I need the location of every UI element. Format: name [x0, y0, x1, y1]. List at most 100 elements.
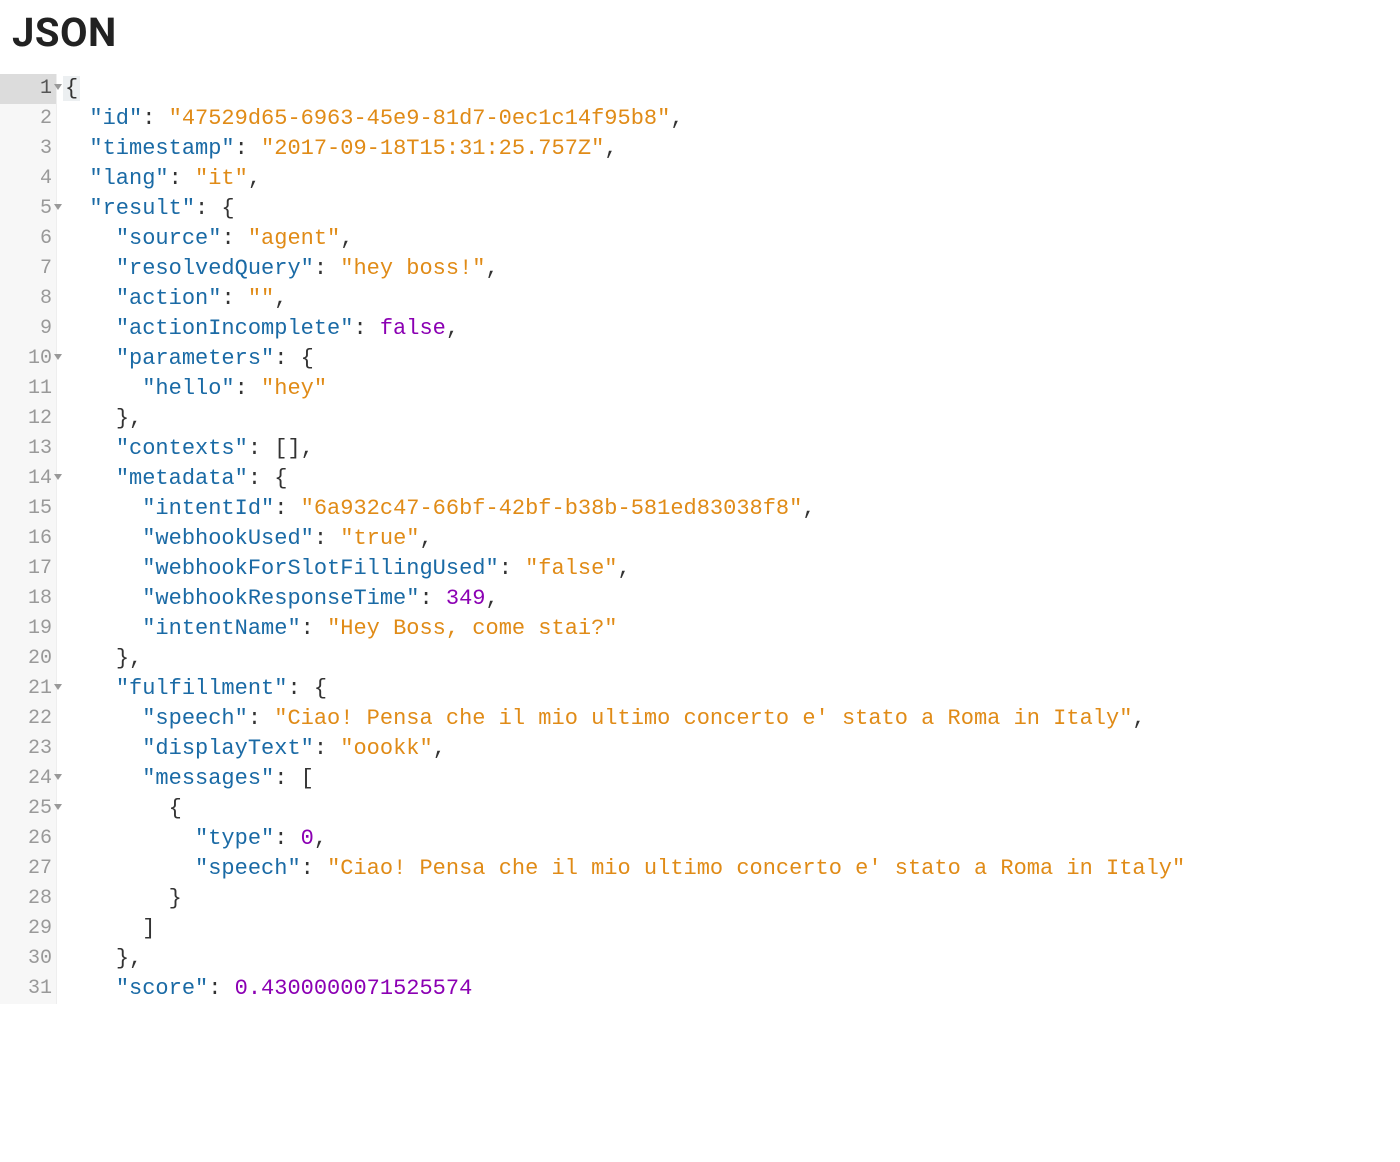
json-punct: :	[353, 316, 379, 341]
line-number[interactable]: 17	[0, 554, 56, 584]
code-line[interactable]: "metadata": {	[63, 464, 1185, 494]
json-key: "parameters"	[116, 346, 274, 371]
fold-toggle-icon[interactable]	[54, 684, 62, 694]
json-punct: :	[314, 526, 340, 551]
line-number[interactable]: 26	[0, 824, 56, 854]
code-line[interactable]: "messages": [	[63, 764, 1185, 794]
line-number[interactable]: 11	[0, 374, 56, 404]
line-number[interactable]: 12	[0, 404, 56, 434]
json-punct: :	[301, 616, 327, 641]
code-line[interactable]: "type": 0,	[63, 824, 1185, 854]
line-number[interactable]: 3	[0, 134, 56, 164]
fold-toggle-icon[interactable]	[54, 474, 62, 484]
json-key: "webhookResponseTime"	[142, 586, 419, 611]
json-punct: },	[116, 646, 142, 671]
code-line[interactable]: "resolvedQuery": "hey boss!",	[63, 254, 1185, 284]
code-line[interactable]: "source": "agent",	[63, 224, 1185, 254]
line-number[interactable]: 28	[0, 884, 56, 914]
json-punct: :	[221, 226, 247, 251]
fold-toggle-icon[interactable]	[54, 84, 62, 94]
code-line[interactable]: "result": {	[63, 194, 1185, 224]
json-string: "agent"	[248, 226, 340, 251]
json-punct: : {	[287, 676, 327, 701]
line-number[interactable]: 20	[0, 644, 56, 674]
line-number[interactable]: 29	[0, 914, 56, 944]
line-number[interactable]: 9	[0, 314, 56, 344]
json-number: 0.4300000071525574	[235, 976, 473, 1001]
json-key: "source"	[116, 226, 222, 251]
code-line[interactable]: "webhookUsed": "true",	[63, 524, 1185, 554]
code-line[interactable]: "action": "",	[63, 284, 1185, 314]
line-number[interactable]: 25	[0, 794, 56, 824]
code-line[interactable]: "contexts": [],	[63, 434, 1185, 464]
code-line[interactable]: "displayText": "oookk",	[63, 734, 1185, 764]
code-line[interactable]: },	[63, 644, 1185, 674]
json-punct: : {	[248, 466, 288, 491]
line-number[interactable]: 5	[0, 194, 56, 224]
line-number[interactable]: 21	[0, 674, 56, 704]
code-line[interactable]: "actionIncomplete": false,	[63, 314, 1185, 344]
code-editor[interactable]: 1234567891011121314151617181920212223242…	[0, 74, 1400, 1004]
code-line[interactable]: "hello": "hey"	[63, 374, 1185, 404]
json-key: "contexts"	[116, 436, 248, 461]
json-string: "oookk"	[340, 736, 432, 761]
code-line[interactable]: {	[63, 74, 1185, 104]
fold-toggle-icon[interactable]	[54, 204, 62, 214]
line-number[interactable]: 24	[0, 764, 56, 794]
json-punct: ,	[314, 826, 327, 851]
code-line[interactable]: "intentName": "Hey Boss, come stai?"	[63, 614, 1185, 644]
code-line[interactable]: },	[63, 944, 1185, 974]
json-punct: }	[169, 886, 182, 911]
json-boolean: false	[380, 316, 446, 341]
code-line[interactable]: },	[63, 404, 1185, 434]
code-line[interactable]: "lang": "it",	[63, 164, 1185, 194]
code-line[interactable]: "speech": "Ciao! Pensa che il mio ultimo…	[63, 854, 1185, 884]
code-line[interactable]: "id": "47529d65-6963-45e9-81d7-0ec1c14f9…	[63, 104, 1185, 134]
json-punct: :	[419, 586, 445, 611]
code-line[interactable]: "timestamp": "2017-09-18T15:31:25.757Z",	[63, 134, 1185, 164]
code-line[interactable]: "intentId": "6a932c47-66bf-42bf-b38b-581…	[63, 494, 1185, 524]
line-number[interactable]: 14	[0, 464, 56, 494]
json-key: "messages"	[142, 766, 274, 791]
fold-toggle-icon[interactable]	[54, 804, 62, 814]
code-area[interactable]: { "id": "47529d65-6963-45e9-81d7-0ec1c14…	[57, 74, 1185, 1004]
code-line[interactable]: "fulfillment": {	[63, 674, 1185, 704]
json-key: "timestamp"	[89, 136, 234, 161]
line-number[interactable]: 30	[0, 944, 56, 974]
line-number[interactable]: 15	[0, 494, 56, 524]
json-punct: ]	[142, 916, 155, 941]
json-string: "2017-09-18T15:31:25.757Z"	[261, 136, 604, 161]
json-key: "result"	[89, 196, 195, 221]
line-number[interactable]: 31	[0, 974, 56, 1004]
line-number[interactable]: 10	[0, 344, 56, 374]
json-punct: ,	[340, 226, 353, 251]
line-number[interactable]: 18	[0, 584, 56, 614]
line-number[interactable]: 2	[0, 104, 56, 134]
line-number[interactable]: 1	[0, 74, 56, 104]
line-number[interactable]: 22	[0, 704, 56, 734]
code-line[interactable]: }	[63, 884, 1185, 914]
code-line[interactable]: {	[63, 794, 1185, 824]
line-number[interactable]: 8	[0, 284, 56, 314]
line-gutter[interactable]: 1234567891011121314151617181920212223242…	[0, 74, 57, 1004]
line-number[interactable]: 19	[0, 614, 56, 644]
line-number[interactable]: 16	[0, 524, 56, 554]
json-punct: :	[274, 826, 300, 851]
line-number[interactable]: 6	[0, 224, 56, 254]
code-line[interactable]: "parameters": {	[63, 344, 1185, 374]
fold-toggle-icon[interactable]	[54, 354, 62, 364]
code-line[interactable]: "speech": "Ciao! Pensa che il mio ultimo…	[63, 704, 1185, 734]
code-line[interactable]: "score": 0.4300000071525574	[63, 974, 1185, 1004]
line-number[interactable]: 23	[0, 734, 56, 764]
code-line[interactable]: "webhookForSlotFillingUsed": "false",	[63, 554, 1185, 584]
json-punct: :	[142, 106, 168, 131]
code-line[interactable]: ]	[63, 914, 1185, 944]
line-number[interactable]: 4	[0, 164, 56, 194]
json-string: "true"	[340, 526, 419, 551]
code-line[interactable]: "webhookResponseTime": 349,	[63, 584, 1185, 614]
line-number[interactable]: 13	[0, 434, 56, 464]
json-punct: ,	[248, 166, 261, 191]
line-number[interactable]: 7	[0, 254, 56, 284]
fold-toggle-icon[interactable]	[54, 774, 62, 784]
line-number[interactable]: 27	[0, 854, 56, 884]
